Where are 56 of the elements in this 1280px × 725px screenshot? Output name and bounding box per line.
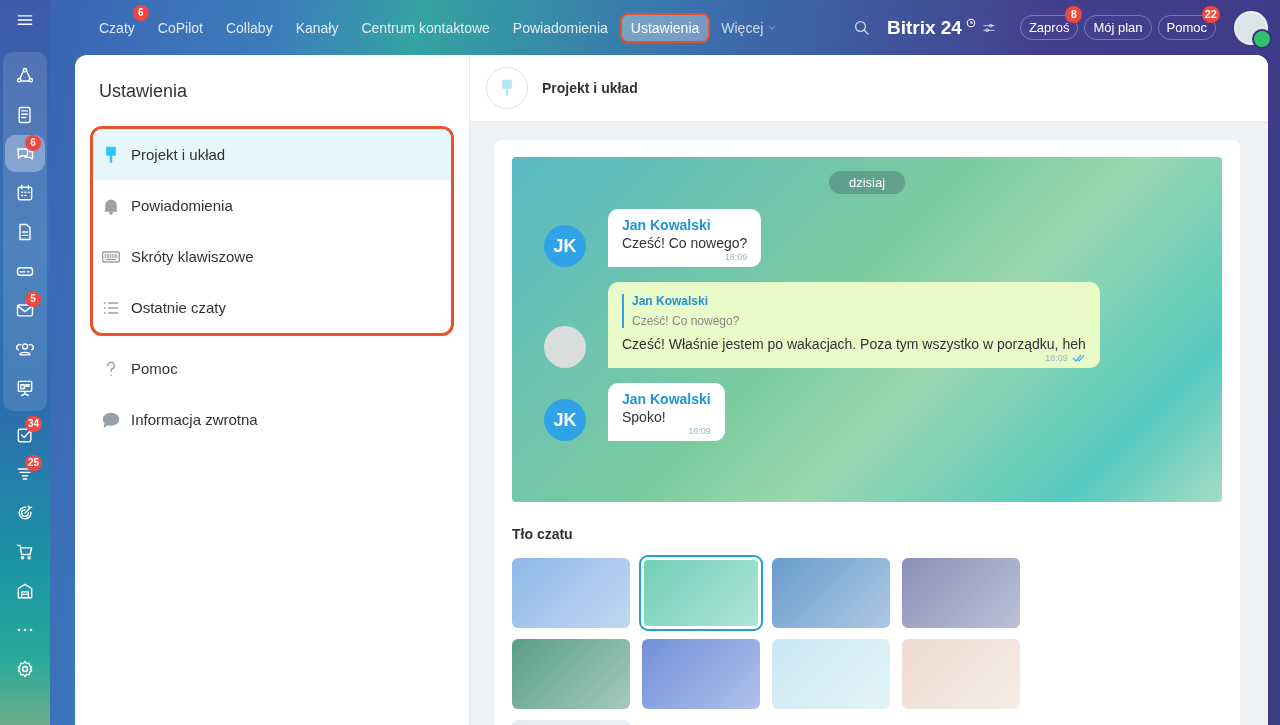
background-title: Tło czatu xyxy=(512,526,574,542)
search-icon xyxy=(852,18,871,37)
settings-menu-item[interactable]: Powiadomienia xyxy=(93,180,451,231)
quote-text: Cześć! Co nowego? xyxy=(632,314,741,328)
background-swatch[interactable] xyxy=(772,558,890,628)
settings-menu-item[interactable]: Ostatnie czaty xyxy=(93,282,451,333)
notification-count: 6 xyxy=(132,4,149,21)
settings-menu-item[interactable]: Projekt i układ xyxy=(93,129,451,180)
dots-icon xyxy=(17,627,33,632)
nav-tab[interactable]: Ustawienia xyxy=(619,12,711,43)
message-text: Spoko! xyxy=(622,409,667,425)
sidebar-app-button[interactable]: 6 xyxy=(5,135,45,172)
background-swatch[interactable] xyxy=(642,639,760,709)
settings-menu-item[interactable]: Pomoc xyxy=(93,343,451,394)
settings-icon xyxy=(15,658,35,679)
status-dot xyxy=(1252,28,1272,49)
background-swatch[interactable] xyxy=(642,558,760,628)
message-author: Jan Kowalski xyxy=(622,217,712,233)
sidebar-app-button[interactable]: 25 xyxy=(5,455,45,492)
notification-count: 6 xyxy=(25,135,41,151)
background-swatch[interactable] xyxy=(902,558,1020,628)
sidebar-app-button[interactable]: 5 xyxy=(5,291,45,328)
avatar-initials: JK xyxy=(544,399,586,441)
background-swatch[interactable] xyxy=(512,558,630,628)
nav-tab[interactable]: CoPilot xyxy=(146,12,214,43)
nav-tab[interactable]: Kanały xyxy=(284,12,350,43)
nav-tab[interactable]: Powiadomienia xyxy=(501,12,619,43)
background-swatch[interactable] xyxy=(772,639,890,709)
more-menu[interactable]: Więcej xyxy=(715,18,784,37)
message-time: 18:09 xyxy=(1045,353,1068,363)
background-swatch[interactable] xyxy=(512,639,630,709)
message-author: Jan Kowalski xyxy=(622,391,711,407)
settings-title: Ustawienia xyxy=(99,81,189,102)
notification-count: 34 xyxy=(25,416,43,432)
nav-tab[interactable]: Collaby xyxy=(214,12,284,43)
notification-count: 25 xyxy=(25,455,43,471)
date-chip: dzisiaj xyxy=(828,171,906,194)
settings-menu-item[interactable]: Skróty klawiszowe xyxy=(93,231,451,282)
clock-icon xyxy=(965,17,976,28)
avatar-photo-placeholder xyxy=(544,326,586,368)
message-text: Cześć! Co nowego? xyxy=(622,235,748,251)
message-text: Cześć! Właśnie jestem po wakacjach. Poza tym wszystko w porządku, heh xyxy=(622,336,1086,352)
notification-count: 8 xyxy=(1065,6,1083,23)
settings-menu-item[interactable]: Informacja zwrotna xyxy=(93,394,451,445)
message-time: 18:09 xyxy=(724,252,748,262)
notification-count: 22 xyxy=(1201,6,1220,23)
avatar-initials: JK xyxy=(544,225,586,267)
message-time: 18:09 xyxy=(688,426,711,436)
background-swatch[interactable] xyxy=(902,639,1020,709)
logo-text: Bitrix 24 xyxy=(886,16,962,39)
nav-tab[interactable]: Centrum kontaktowe xyxy=(350,12,501,43)
sidebar-app-button[interactable]: 34 xyxy=(5,416,45,453)
quote-author: Jan Kowalski xyxy=(632,294,710,308)
section-title: Projekt i układ xyxy=(542,80,638,96)
notification-count: 5 xyxy=(25,291,41,307)
calendar-icon xyxy=(15,182,35,203)
